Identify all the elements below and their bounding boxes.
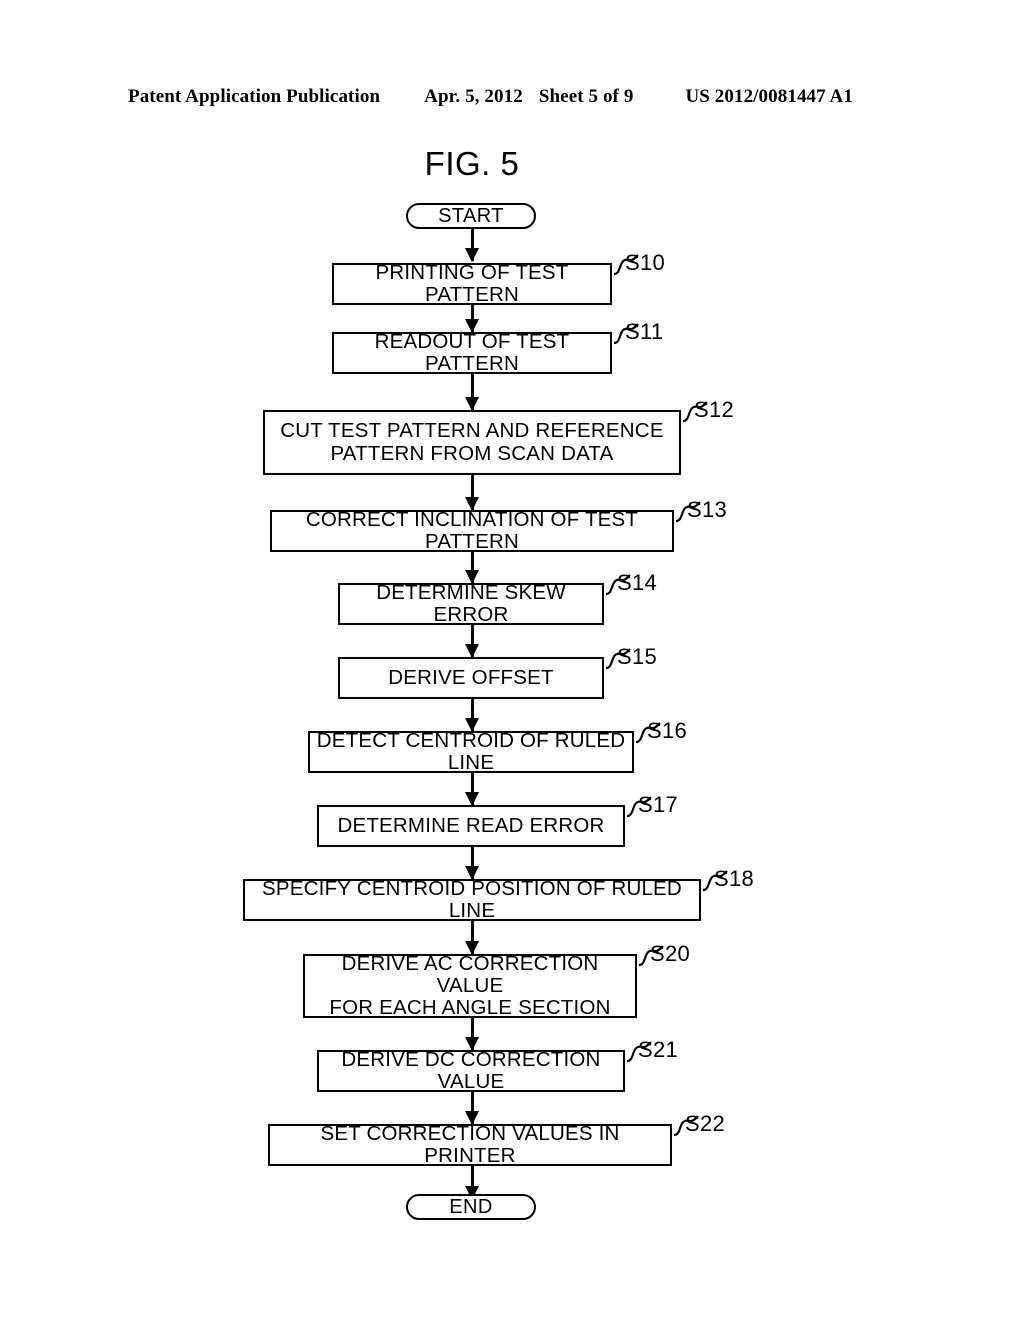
flow-arrow-s13-to-s14 bbox=[470, 552, 474, 583]
step-label-s13: S13 bbox=[687, 497, 728, 522]
flowchart: START PRINTING OF TEST PATTERN S10 READO… bbox=[0, 0, 1024, 1320]
step-label-s15: S15 bbox=[617, 644, 658, 669]
flow-node-s16: DETECT CENTROID OF RULED LINE bbox=[308, 728, 634, 774]
step-label-s11: S11 bbox=[625, 319, 664, 344]
flow-node-s22-label: SET CORRECTION VALUES IN PRINTER bbox=[320, 1121, 620, 1167]
flow-node-s15-label: DERIVE OFFSET bbox=[388, 665, 554, 689]
flow-node-s11: READOUT OF TEST PATTERN bbox=[332, 329, 612, 375]
flow-node-s14-label: DETERMINE SKEW ERROR bbox=[376, 580, 566, 626]
flow-arrow-s12-to-s13 bbox=[470, 475, 474, 510]
flow-node-s13: CORRECT INCLINATION OF TEST PATTERN bbox=[270, 507, 674, 553]
flow-node-s13-label: CORRECT INCLINATION OF TEST PATTERN bbox=[305, 507, 639, 553]
step-label-s14: S14 bbox=[617, 570, 658, 595]
flow-node-s20: DERIVE AC CORRECTION VALUE FOR EACH ANGL… bbox=[303, 951, 637, 1020]
flow-node-s16-label: DETECT CENTROID OF RULED LINE bbox=[316, 728, 626, 774]
step-label-s22: S22 bbox=[685, 1111, 726, 1136]
step-label-s12: S12 bbox=[694, 397, 735, 422]
flow-arrow-s10-to-s11 bbox=[470, 305, 474, 332]
flow-arrow-s18-to-s20 bbox=[470, 921, 474, 954]
flow-arrow-s21-to-s22 bbox=[470, 1092, 474, 1124]
step-label-s16: S16 bbox=[647, 718, 688, 743]
flow-node-s17-label: DETERMINE READ ERROR bbox=[337, 813, 605, 837]
flow-node-s17: DETERMINE READ ERROR bbox=[317, 805, 625, 847]
flow-arrow-s14-to-s15 bbox=[470, 625, 474, 657]
step-label-s10: S10 bbox=[625, 250, 666, 275]
flow-node-s21-label: DERIVE DC CORRECTION VALUE bbox=[341, 1047, 601, 1093]
step-label-s17: S17 bbox=[638, 792, 679, 817]
flow-node-s18-label: SPECIFY CENTROID POSITION OF RULED LINE bbox=[262, 876, 682, 922]
flow-arrow-s15-to-s16 bbox=[470, 699, 474, 731]
step-label-s18: S18 bbox=[714, 866, 755, 891]
flow-arrow-start-to-s10 bbox=[470, 229, 474, 261]
flow-arrow-s11-to-s12 bbox=[470, 374, 474, 410]
flow-node-s15: DERIVE OFFSET bbox=[338, 657, 604, 699]
flow-node-start-label: START bbox=[438, 204, 504, 227]
step-label-s20: S20 bbox=[650, 941, 691, 966]
flow-node-s10-label: PRINTING OF TEST PATTERN bbox=[375, 260, 569, 306]
flow-node-s12-label: CUT TEST PATTERN AND REFERENCE PATTERN F… bbox=[280, 419, 664, 465]
flow-node-start: START bbox=[406, 203, 536, 229]
flow-node-end: END bbox=[406, 1194, 536, 1220]
flow-arrow-s17-to-s18 bbox=[470, 847, 474, 879]
step-label-s21: S21 bbox=[638, 1037, 679, 1062]
flow-node-end-label: END bbox=[449, 1195, 493, 1218]
flow-arrow-s16-to-s17 bbox=[470, 773, 474, 805]
flow-node-s22: SET CORRECTION VALUES IN PRINTER bbox=[268, 1121, 672, 1167]
flow-node-s11-label: READOUT OF TEST PATTERN bbox=[374, 329, 570, 375]
flow-node-s21: DERIVE DC CORRECTION VALUE bbox=[317, 1047, 625, 1093]
flow-node-s14: DETERMINE SKEW ERROR bbox=[338, 580, 604, 626]
flow-node-s20-label: DERIVE AC CORRECTION VALUE FOR EACH ANGL… bbox=[329, 951, 611, 1020]
flow-node-s12: CUT TEST PATTERN AND REFERENCE PATTERN F… bbox=[263, 410, 681, 475]
flow-arrow-s20-to-s21 bbox=[470, 1018, 474, 1050]
flow-node-s10: PRINTING OF TEST PATTERN bbox=[332, 260, 612, 306]
flow-node-s18: SPECIFY CENTROID POSITION OF RULED LINE bbox=[243, 876, 701, 922]
